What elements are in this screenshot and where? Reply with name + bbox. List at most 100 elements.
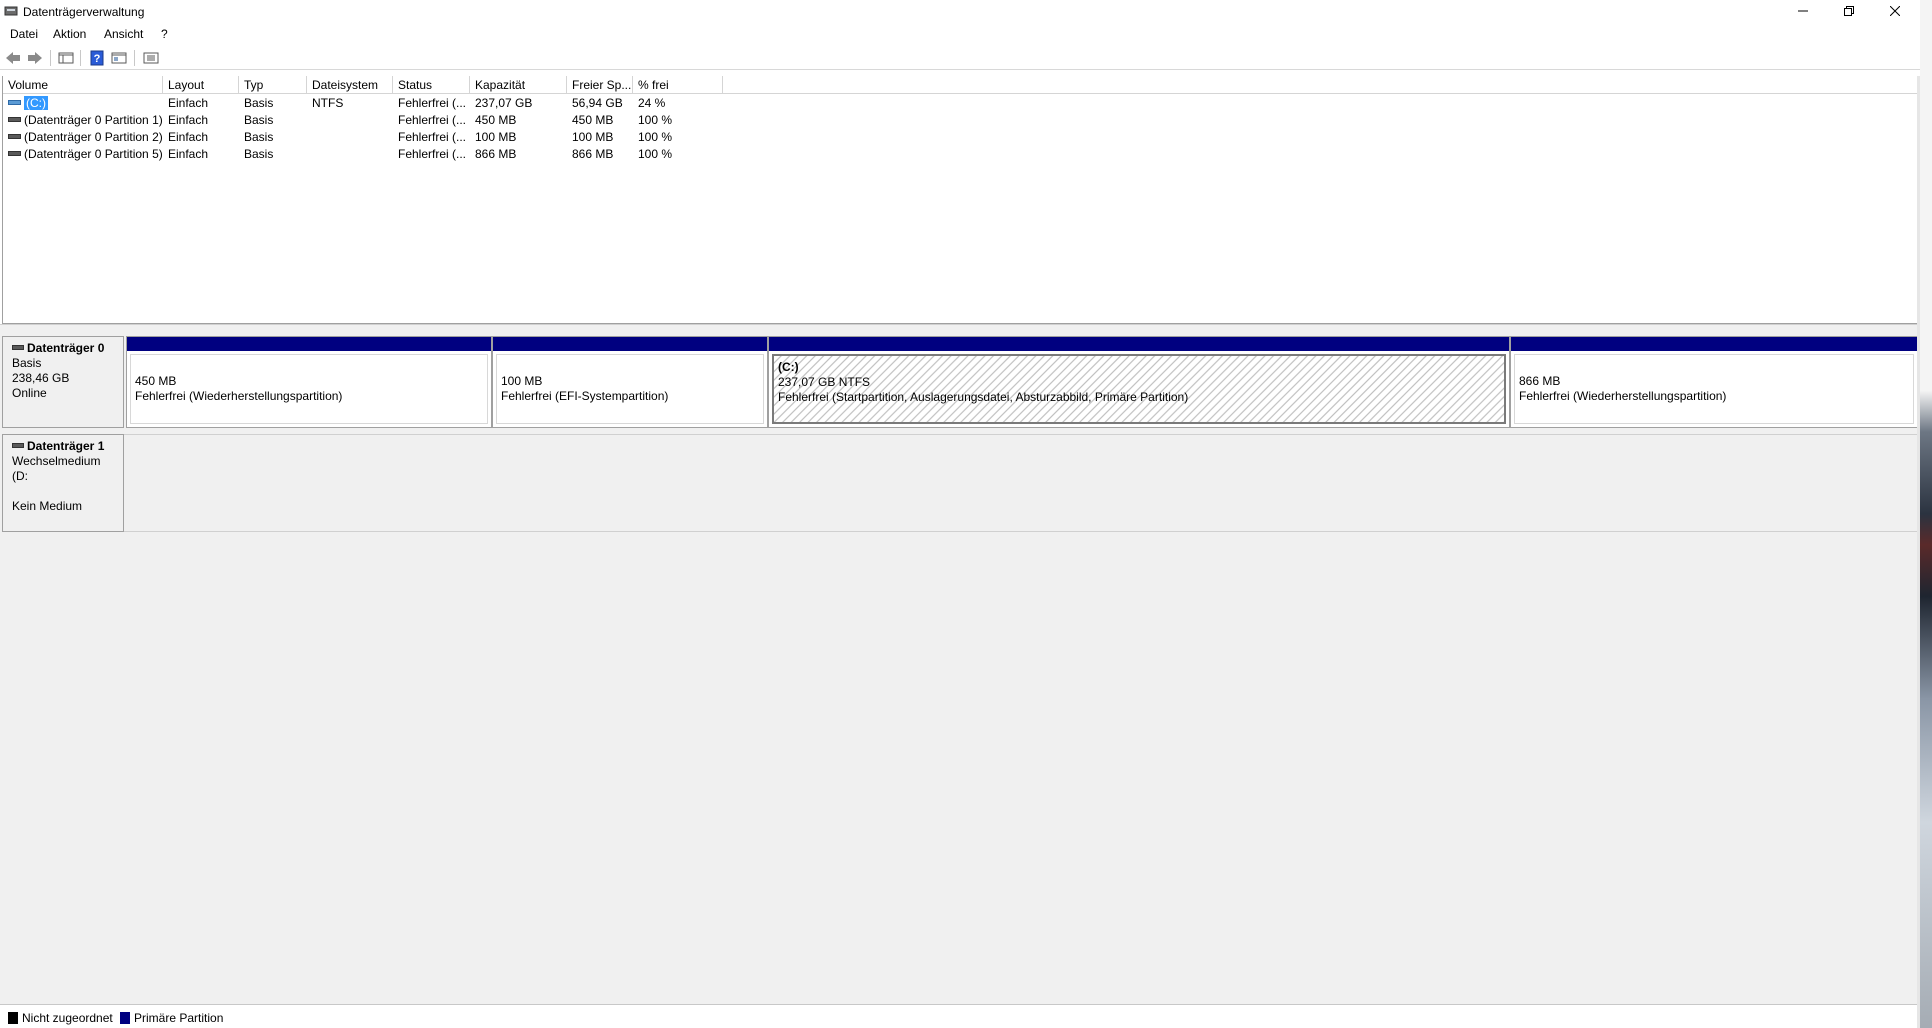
disk-size xyxy=(12,484,114,499)
disk-1-no-media-area xyxy=(124,434,1918,532)
frei-cell: 866 MB xyxy=(572,147,614,161)
volume-name: (Datenträger 0 Partition 1) xyxy=(24,113,163,127)
dateisystem-cell: NTFS xyxy=(312,96,344,110)
partition-c[interactable]: (C:) 237,07 GB NTFS Fehlerfrei (Startpar… xyxy=(768,336,1510,428)
partition-recovery-1[interactable]: 450 MB Fehlerfrei (Wiederherstellungspar… xyxy=(126,336,492,428)
prozent-cell: 24 % xyxy=(638,96,666,110)
frei-cell: 100 MB xyxy=(572,130,614,144)
disk-state: Kein Medium xyxy=(12,499,83,513)
partition-title xyxy=(1519,359,1909,374)
disk-size: 238,46 GB xyxy=(12,371,70,385)
legend-label: Nicht zugeordnet xyxy=(22,1011,113,1025)
forward-arrow-icon xyxy=(28,52,42,64)
drive-icon xyxy=(8,151,21,157)
status-cell: Fehlerfrei (... xyxy=(398,130,467,144)
disk-management-icon xyxy=(4,5,18,17)
partition-efi[interactable]: 100 MB Fehlerfrei (EFI-Systempartition) xyxy=(492,336,768,428)
volume-name: (C:) xyxy=(24,96,48,110)
kapazitaet-cell: 866 MB xyxy=(475,147,517,161)
desktop-background-strip xyxy=(1920,0,1932,1028)
column-status[interactable]: Status xyxy=(393,76,470,94)
partition-recovery-2[interactable]: 866 MB Fehlerfrei (Wiederherstellungspar… xyxy=(1510,336,1918,428)
volume-cell: (Datenträger 0 Partition 1) xyxy=(3,112,163,129)
volume-cell: (C:) xyxy=(3,95,163,112)
typ-cell: Basis xyxy=(244,113,274,127)
column-prozent-frei[interactable]: % frei xyxy=(633,76,723,94)
legend-primary: Primäre Partition xyxy=(120,1011,223,1025)
list-header: Volume Layout Typ Dateisystem Status Kap… xyxy=(3,76,1917,94)
partition-body: 866 MB Fehlerfrei (Wiederherstellungspar… xyxy=(1514,354,1914,424)
legend-swatch xyxy=(8,1012,18,1024)
column-dateisystem[interactable]: Dateisystem xyxy=(307,76,393,94)
menu-datei[interactable]: Datei xyxy=(8,27,40,41)
svg-text:?: ? xyxy=(94,53,101,65)
prozent-cell: 100 % xyxy=(638,130,673,144)
disk-0-label[interactable]: Datenträger 0 Basis 238,46 GB Online xyxy=(2,336,124,428)
prozent-cell: 100 % xyxy=(638,113,673,127)
disk-0-row: Datenträger 0 Basis 238,46 GB Online 450… xyxy=(2,336,1918,428)
partition-size: 866 MB xyxy=(1519,374,1561,388)
minimize-button[interactable] xyxy=(1780,0,1826,22)
toolbar: ? xyxy=(0,46,1920,70)
help-button[interactable]: ? xyxy=(88,49,106,67)
prozent-cell: 100 % xyxy=(638,147,673,161)
volume-list: Volume Layout Typ Dateisystem Status Kap… xyxy=(2,76,1918,324)
console-tree-button[interactable] xyxy=(57,49,75,67)
toolbar-separator xyxy=(80,50,81,66)
back-button[interactable] xyxy=(4,49,22,67)
help-icon: ? xyxy=(90,50,104,66)
partition-body: 100 MB Fehlerfrei (EFI-Systempartition) xyxy=(496,354,764,424)
partition-status: Fehlerfrei (Wiederherstellungspartition) xyxy=(1519,389,1727,403)
menu-help[interactable]: ? xyxy=(159,27,170,41)
column-freier-speicher[interactable]: Freier Sp... xyxy=(567,76,633,94)
layout-cell: Einfach xyxy=(168,130,209,144)
menu-ansicht[interactable]: Ansicht xyxy=(102,27,145,41)
partition-title xyxy=(135,359,483,374)
volume-row[interactable]: (Datenträger 0 Partition 5) Einfach Basi… xyxy=(3,146,1917,163)
kapazitaet-cell: 237,07 GB xyxy=(475,96,533,110)
column-kapazitaet[interactable]: Kapazität xyxy=(470,76,567,94)
volume-cell: (Datenträger 0 Partition 2) xyxy=(3,129,163,146)
restore-icon xyxy=(1844,6,1854,16)
drive-icon xyxy=(8,117,21,123)
partition-size: 237,07 GB NTFS xyxy=(778,375,871,389)
volume-row[interactable]: (Datenträger 0 Partition 2) Einfach Basi… xyxy=(3,129,1917,146)
column-volume[interactable]: Volume xyxy=(3,76,163,94)
disk-1-row: Datenträger 1 Wechselmedium (D: Kein Med… xyxy=(2,434,1918,532)
view-icon xyxy=(143,52,159,64)
partition-body: (C:) 237,07 GB NTFS Fehlerfrei (Startpar… xyxy=(772,354,1506,424)
properties-icon xyxy=(111,52,127,64)
volume-cell: (Datenträger 0 Partition 5) xyxy=(3,146,163,163)
properties-button[interactable] xyxy=(110,49,128,67)
close-icon xyxy=(1890,6,1900,16)
status-cell: Fehlerfrei (... xyxy=(398,147,467,161)
column-layout[interactable]: Layout xyxy=(163,76,239,94)
frei-cell: 56,94 GB xyxy=(572,96,623,110)
view-button[interactable] xyxy=(142,49,160,67)
minimize-icon xyxy=(1798,10,1808,12)
close-button[interactable] xyxy=(1872,0,1918,22)
disk-1-label[interactable]: Datenträger 1 Wechselmedium (D: Kein Med… xyxy=(2,434,124,532)
column-typ[interactable]: Typ xyxy=(239,76,307,94)
status-cell: Fehlerfrei (... xyxy=(398,113,467,127)
volume-row[interactable]: (C:) Einfach Basis NTFS Fehlerfrei (... … xyxy=(3,95,1917,112)
disk-icon xyxy=(12,442,24,448)
dateisystem-cell xyxy=(307,112,393,129)
disk-state: Online xyxy=(12,386,47,400)
partition-size: 100 MB xyxy=(501,374,543,388)
partition-size: 450 MB xyxy=(135,374,177,388)
drive-icon xyxy=(8,134,21,140)
disk-name: Datenträger 1 xyxy=(27,439,105,453)
layout-cell: Einfach xyxy=(168,113,209,127)
disk-type: Basis xyxy=(12,356,42,370)
menu-aktion[interactable]: Aktion xyxy=(51,27,88,41)
volume-row[interactable]: (Datenträger 0 Partition 1) Einfach Basi… xyxy=(3,112,1917,129)
partition-status: Fehlerfrei (Startpartition, Auslagerungs… xyxy=(778,390,1189,404)
partition-header xyxy=(127,337,491,351)
legend-unallocated: Nicht zugeordnet xyxy=(8,1011,113,1025)
restore-button[interactable] xyxy=(1826,0,1872,22)
partition-status: Fehlerfrei (Wiederherstellungspartition) xyxy=(135,389,343,403)
partition-body: 450 MB Fehlerfrei (Wiederherstellungspar… xyxy=(130,354,488,424)
forward-button[interactable] xyxy=(26,49,44,67)
typ-cell: Basis xyxy=(244,96,274,110)
